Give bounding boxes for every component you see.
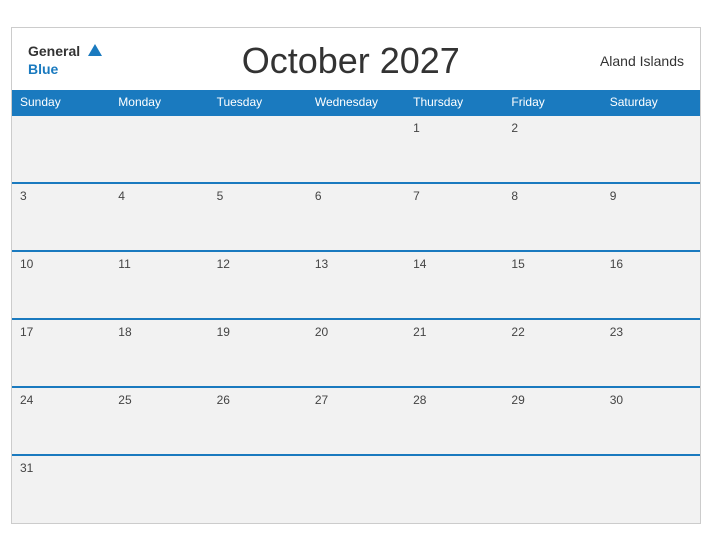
calendar-header: General Blue October 2027 Aland Islands bbox=[12, 28, 700, 90]
calendar-day-cell: 8 bbox=[503, 183, 601, 251]
calendar-week-row: 10 11 12 13 14 15 16 bbox=[12, 251, 700, 319]
day-number: 30 bbox=[610, 393, 623, 407]
day-number: 3 bbox=[20, 189, 27, 203]
header-wednesday: Wednesday bbox=[307, 90, 405, 115]
calendar-day-cell: 23 bbox=[602, 319, 700, 387]
day-number: 7 bbox=[413, 189, 420, 203]
day-number: 2 bbox=[511, 121, 518, 135]
day-number: 8 bbox=[511, 189, 518, 203]
day-number: 10 bbox=[20, 257, 33, 271]
day-number: 31 bbox=[20, 461, 33, 475]
calendar-day-cell: 3 bbox=[12, 183, 110, 251]
calendar-day-cell bbox=[307, 455, 405, 523]
region-label: Aland Islands bbox=[600, 53, 684, 69]
day-number: 24 bbox=[20, 393, 33, 407]
day-number: 25 bbox=[118, 393, 131, 407]
day-number: 11 bbox=[118, 257, 130, 271]
day-number: 9 bbox=[610, 189, 617, 203]
header-sunday: Sunday bbox=[12, 90, 110, 115]
header-tuesday: Tuesday bbox=[209, 90, 307, 115]
calendar-week-row: 24 25 26 27 28 29 30 bbox=[12, 387, 700, 455]
calendar-day-cell bbox=[405, 455, 503, 523]
calendar-day-cell bbox=[307, 115, 405, 183]
day-number: 20 bbox=[315, 325, 328, 339]
day-number: 21 bbox=[413, 325, 426, 339]
logo-line1: General bbox=[28, 43, 102, 61]
calendar-day-cell: 26 bbox=[209, 387, 307, 455]
calendar-day-cell: 28 bbox=[405, 387, 503, 455]
calendar-day-cell: 16 bbox=[602, 251, 700, 319]
day-number: 22 bbox=[511, 325, 524, 339]
calendar-day-cell: 24 bbox=[12, 387, 110, 455]
day-number: 26 bbox=[217, 393, 230, 407]
calendar-day-cell: 30 bbox=[602, 387, 700, 455]
day-number: 19 bbox=[217, 325, 230, 339]
calendar-day-cell: 6 bbox=[307, 183, 405, 251]
calendar-day-cell: 31 bbox=[12, 455, 110, 523]
calendar-day-cell: 29 bbox=[503, 387, 601, 455]
header-thursday: Thursday bbox=[405, 90, 503, 115]
header-friday: Friday bbox=[503, 90, 601, 115]
day-number: 28 bbox=[413, 393, 426, 407]
calendar-day-cell: 13 bbox=[307, 251, 405, 319]
header-monday: Monday bbox=[110, 90, 208, 115]
calendar-day-cell: 14 bbox=[405, 251, 503, 319]
calendar-day-cell: 19 bbox=[209, 319, 307, 387]
day-number: 17 bbox=[20, 325, 33, 339]
calendar-day-cell: 15 bbox=[503, 251, 601, 319]
calendar-day-cell: 18 bbox=[110, 319, 208, 387]
day-number: 6 bbox=[315, 189, 322, 203]
day-number: 27 bbox=[315, 393, 328, 407]
calendar-day-cell: 5 bbox=[209, 183, 307, 251]
calendar-day-cell bbox=[503, 455, 601, 523]
logo-general-text: General bbox=[28, 43, 80, 59]
calendar-title: October 2027 bbox=[102, 40, 600, 82]
day-number: 12 bbox=[217, 257, 230, 271]
day-number: 13 bbox=[315, 257, 328, 271]
calendar-day-cell: 17 bbox=[12, 319, 110, 387]
calendar-week-row: 31 bbox=[12, 455, 700, 523]
calendar-day-cell bbox=[209, 455, 307, 523]
calendar-grid: Sunday Monday Tuesday Wednesday Thursday… bbox=[12, 90, 700, 523]
calendar-day-cell: 20 bbox=[307, 319, 405, 387]
day-number: 23 bbox=[610, 325, 623, 339]
calendar-day-cell: 25 bbox=[110, 387, 208, 455]
calendar-container: General Blue October 2027 Aland Islands … bbox=[11, 27, 701, 524]
calendar-day-cell: 27 bbox=[307, 387, 405, 455]
calendar-day-cell: 10 bbox=[12, 251, 110, 319]
calendar-week-row: 17 18 19 20 21 22 23 bbox=[12, 319, 700, 387]
logo: General Blue bbox=[28, 43, 102, 78]
day-number: 14 bbox=[413, 257, 426, 271]
day-number: 4 bbox=[118, 189, 125, 203]
day-number: 1 bbox=[413, 121, 420, 135]
day-number: 5 bbox=[217, 189, 224, 203]
calendar-day-cell: 9 bbox=[602, 183, 700, 251]
day-number: 15 bbox=[511, 257, 524, 271]
calendar-week-row: 12 bbox=[12, 115, 700, 183]
weekday-header-row: Sunday Monday Tuesday Wednesday Thursday… bbox=[12, 90, 700, 115]
calendar-day-cell: 12 bbox=[209, 251, 307, 319]
calendar-day-cell: 7 bbox=[405, 183, 503, 251]
calendar-day-cell bbox=[602, 455, 700, 523]
calendar-day-cell bbox=[12, 115, 110, 183]
day-number: 18 bbox=[118, 325, 131, 339]
calendar-day-cell: 1 bbox=[405, 115, 503, 183]
calendar-day-cell bbox=[110, 455, 208, 523]
calendar-day-cell bbox=[209, 115, 307, 183]
calendar-day-cell: 2 bbox=[503, 115, 601, 183]
calendar-day-cell: 11 bbox=[110, 251, 208, 319]
logo-blue-text: Blue bbox=[28, 61, 58, 77]
calendar-day-cell bbox=[602, 115, 700, 183]
calendar-day-cell: 21 bbox=[405, 319, 503, 387]
calendar-day-cell: 22 bbox=[503, 319, 601, 387]
day-number: 29 bbox=[511, 393, 524, 407]
calendar-day-cell: 4 bbox=[110, 183, 208, 251]
calendar-day-cell bbox=[110, 115, 208, 183]
day-number: 16 bbox=[610, 257, 623, 271]
logo-triangle-icon bbox=[88, 44, 102, 56]
calendar-week-row: 3 4 5 6 7 8 9 bbox=[12, 183, 700, 251]
header-saturday: Saturday bbox=[602, 90, 700, 115]
